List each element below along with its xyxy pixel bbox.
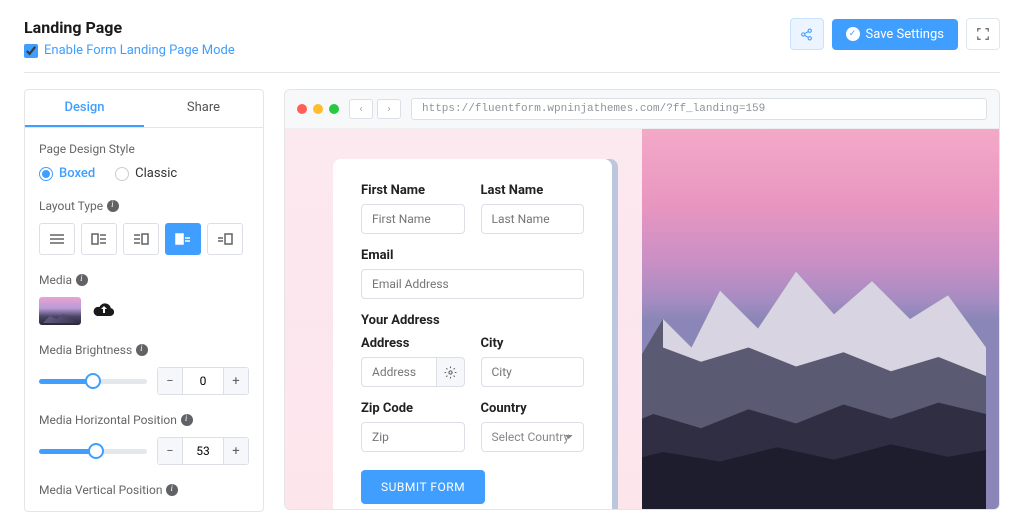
share-icon: [800, 28, 813, 41]
layout-type-label: Layout Type: [39, 199, 249, 213]
media-label: Media: [39, 273, 249, 287]
info-icon: [181, 414, 193, 426]
check-icon: ✓: [846, 27, 860, 41]
address-label: Address: [361, 336, 465, 351]
info-icon: [166, 484, 178, 496]
layout-split-right[interactable]: [207, 223, 243, 255]
tab-share[interactable]: Share: [144, 90, 263, 127]
enable-landing-checkbox[interactable]: [24, 44, 38, 58]
close-dot-icon: [297, 104, 307, 114]
horizontal-input[interactable]: [182, 438, 224, 464]
info-icon: [76, 274, 88, 286]
brightness-decrease[interactable]: −: [158, 368, 182, 394]
design-panel: Design Share Page Design Style Boxed Cla…: [24, 89, 264, 512]
save-settings-button[interactable]: ✓ Save Settings: [832, 19, 959, 50]
city-input[interactable]: [481, 357, 585, 387]
radio-classic[interactable]: Classic: [115, 166, 177, 181]
media-thumbnail[interactable]: [39, 297, 81, 325]
share-button[interactable]: [790, 18, 824, 50]
upload-media-button[interactable]: [91, 299, 117, 323]
page-header: Landing Page Enable Form Landing Page Mo…: [24, 18, 1000, 73]
last-name-input[interactable]: [481, 204, 585, 234]
media-horizontal-label: Media Horizontal Position: [39, 413, 249, 427]
email-label: Email: [361, 248, 584, 263]
minimize-dot-icon: [313, 104, 323, 114]
page-design-style-label: Page Design Style: [39, 142, 249, 156]
zip-label: Zip Code: [361, 401, 465, 416]
country-select[interactable]: Select Country: [481, 422, 585, 452]
zip-input[interactable]: [361, 422, 465, 452]
first-name-label: First Name: [361, 183, 465, 198]
fullscreen-icon: [976, 27, 990, 41]
form-card: First Name Last Name Email: [333, 159, 612, 510]
last-name-label: Last Name: [481, 183, 585, 198]
layout-right[interactable]: [123, 223, 159, 255]
email-input[interactable]: [361, 269, 584, 299]
media-brightness-label: Media Brightness: [39, 343, 249, 357]
window-controls: [297, 104, 339, 114]
city-label: City: [481, 336, 585, 351]
horizontal-increase[interactable]: +: [224, 438, 248, 464]
maximize-dot-icon: [329, 104, 339, 114]
nav-back-button[interactable]: ‹: [349, 99, 373, 119]
address-settings-button[interactable]: [436, 358, 464, 386]
layout-full-center[interactable]: [39, 223, 75, 255]
address-section-label: Your Address: [361, 313, 584, 328]
horizontal-decrease[interactable]: −: [158, 438, 182, 464]
brightness-slider[interactable]: [39, 379, 147, 384]
url-bar[interactable]: https://fluentform.wpninjathemes.com/?ff…: [411, 98, 987, 120]
fullscreen-button[interactable]: [966, 18, 1000, 50]
layout-split-left[interactable]: [165, 223, 201, 255]
cloud-upload-icon: [91, 299, 117, 319]
submit-button[interactable]: SUBMIT FORM: [361, 470, 485, 504]
horizontal-slider[interactable]: [39, 449, 147, 454]
mountain-image-icon: [642, 224, 986, 509]
preview-image: [642, 129, 999, 509]
radio-boxed[interactable]: Boxed: [39, 166, 95, 181]
brightness-increase[interactable]: +: [224, 368, 248, 394]
enable-landing-label: Enable Form Landing Page Mode: [44, 43, 235, 58]
info-icon: [107, 200, 119, 212]
gear-icon: [444, 366, 457, 379]
layout-left[interactable]: [81, 223, 117, 255]
nav-forward-button[interactable]: ›: [377, 99, 401, 119]
tab-design[interactable]: Design: [25, 90, 144, 127]
brightness-input[interactable]: [182, 368, 224, 394]
country-label: Country: [481, 401, 585, 416]
page-title: Landing Page: [24, 18, 235, 37]
preview-pane: ‹ › https://fluentform.wpninjathemes.com…: [284, 89, 1000, 510]
media-vertical-label: Media Vertical Position: [39, 483, 249, 497]
info-icon: [136, 344, 148, 356]
first-name-input[interactable]: [361, 204, 465, 234]
